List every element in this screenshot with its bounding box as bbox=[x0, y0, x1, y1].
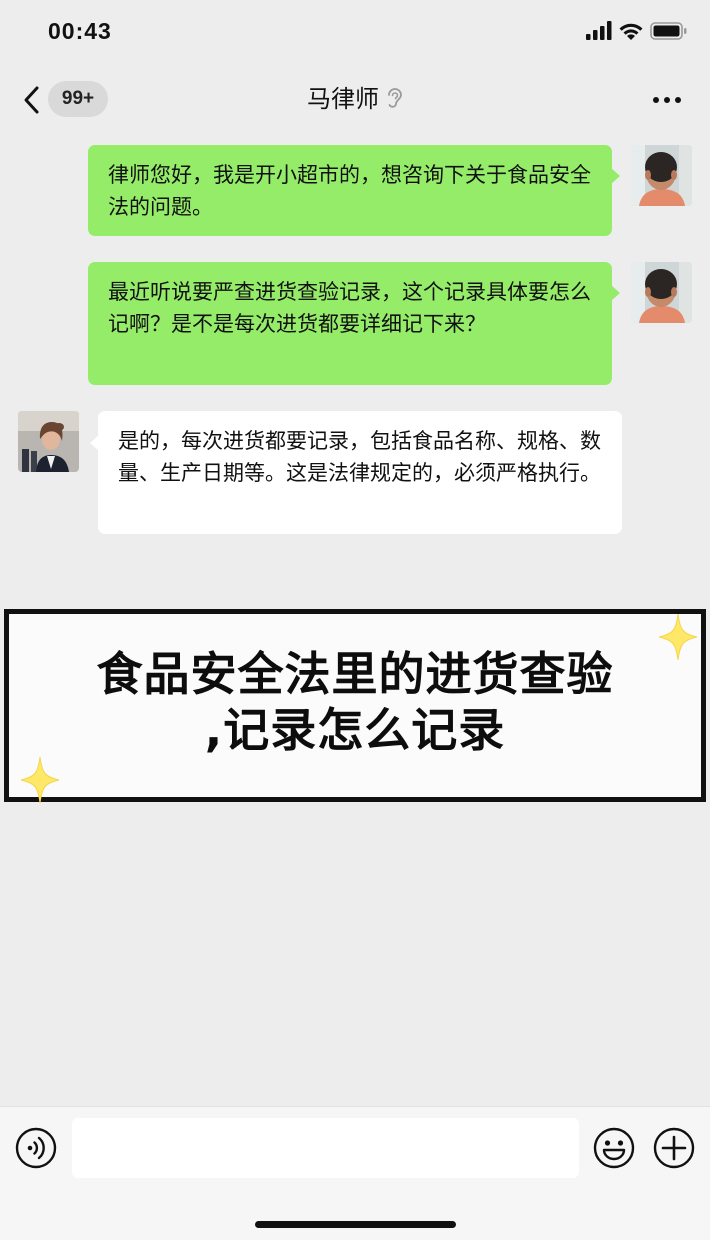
sparkle-icon bbox=[659, 614, 697, 660]
message-text: 最近听说要严查进货查验记录，这个记录具体要怎么记啊？是不是每次进货都要详细记下来… bbox=[108, 280, 591, 336]
message-input[interactable] bbox=[72, 1118, 579, 1178]
sparkle-icon bbox=[21, 757, 59, 803]
message-bubble-outgoing[interactable]: 最近听说要严查进货查验记录，这个记录具体要怎么记啊？是不是每次进货都要详细记下来… bbox=[88, 262, 620, 385]
wifi-icon bbox=[619, 23, 643, 40]
status-bar: 00:43 bbox=[0, 0, 710, 66]
user-avatar[interactable] bbox=[631, 145, 692, 206]
banner-line-2: ,记录怎么记录 bbox=[204, 703, 506, 757]
home-indicator[interactable] bbox=[255, 1221, 456, 1228]
user-avatar[interactable] bbox=[631, 262, 692, 323]
title-banner: 食品安全法里的进货查验 ,记录怎么记录 bbox=[4, 609, 706, 803]
cellular-signal-icon bbox=[586, 21, 612, 40]
voice-input-icon[interactable] bbox=[15, 1127, 57, 1169]
battery-icon bbox=[650, 22, 687, 40]
ear-icon bbox=[388, 88, 402, 108]
chat-title-text: 马律师 bbox=[307, 85, 379, 113]
more-dots-icon[interactable] bbox=[652, 96, 682, 104]
banner-title: 食品安全法里的进货查验 ,记录怎么记录 bbox=[9, 646, 701, 758]
message-text: 律师您好，我是开小超市的，想咨询下关于食品安全法的问题。 bbox=[108, 163, 591, 219]
emoji-icon[interactable] bbox=[593, 1127, 635, 1169]
input-bar bbox=[0, 1106, 710, 1240]
message-bubble-outgoing[interactable]: 律师您好，我是开小超市的，想咨询下关于食品安全法的问题。 bbox=[88, 145, 620, 236]
nav-bar: 99+ 马律师 bbox=[0, 66, 710, 134]
lawyer-avatar[interactable] bbox=[18, 411, 79, 472]
plus-icon[interactable] bbox=[653, 1127, 695, 1169]
message-bubble-incoming[interactable]: 是的，每次进货都要记录，包括食品名称、规格、数量、生产日期等。这是法律规定的，必… bbox=[90, 411, 622, 534]
chat-title: 马律师 bbox=[0, 82, 710, 116]
status-time: 00:43 bbox=[48, 18, 112, 44]
banner-line-1: 食品安全法里的进货查验 bbox=[96, 647, 614, 701]
message-text: 是的，每次进货都要记录，包括食品名称、规格、数量、生产日期等。这是法律规定的，必… bbox=[118, 429, 601, 485]
